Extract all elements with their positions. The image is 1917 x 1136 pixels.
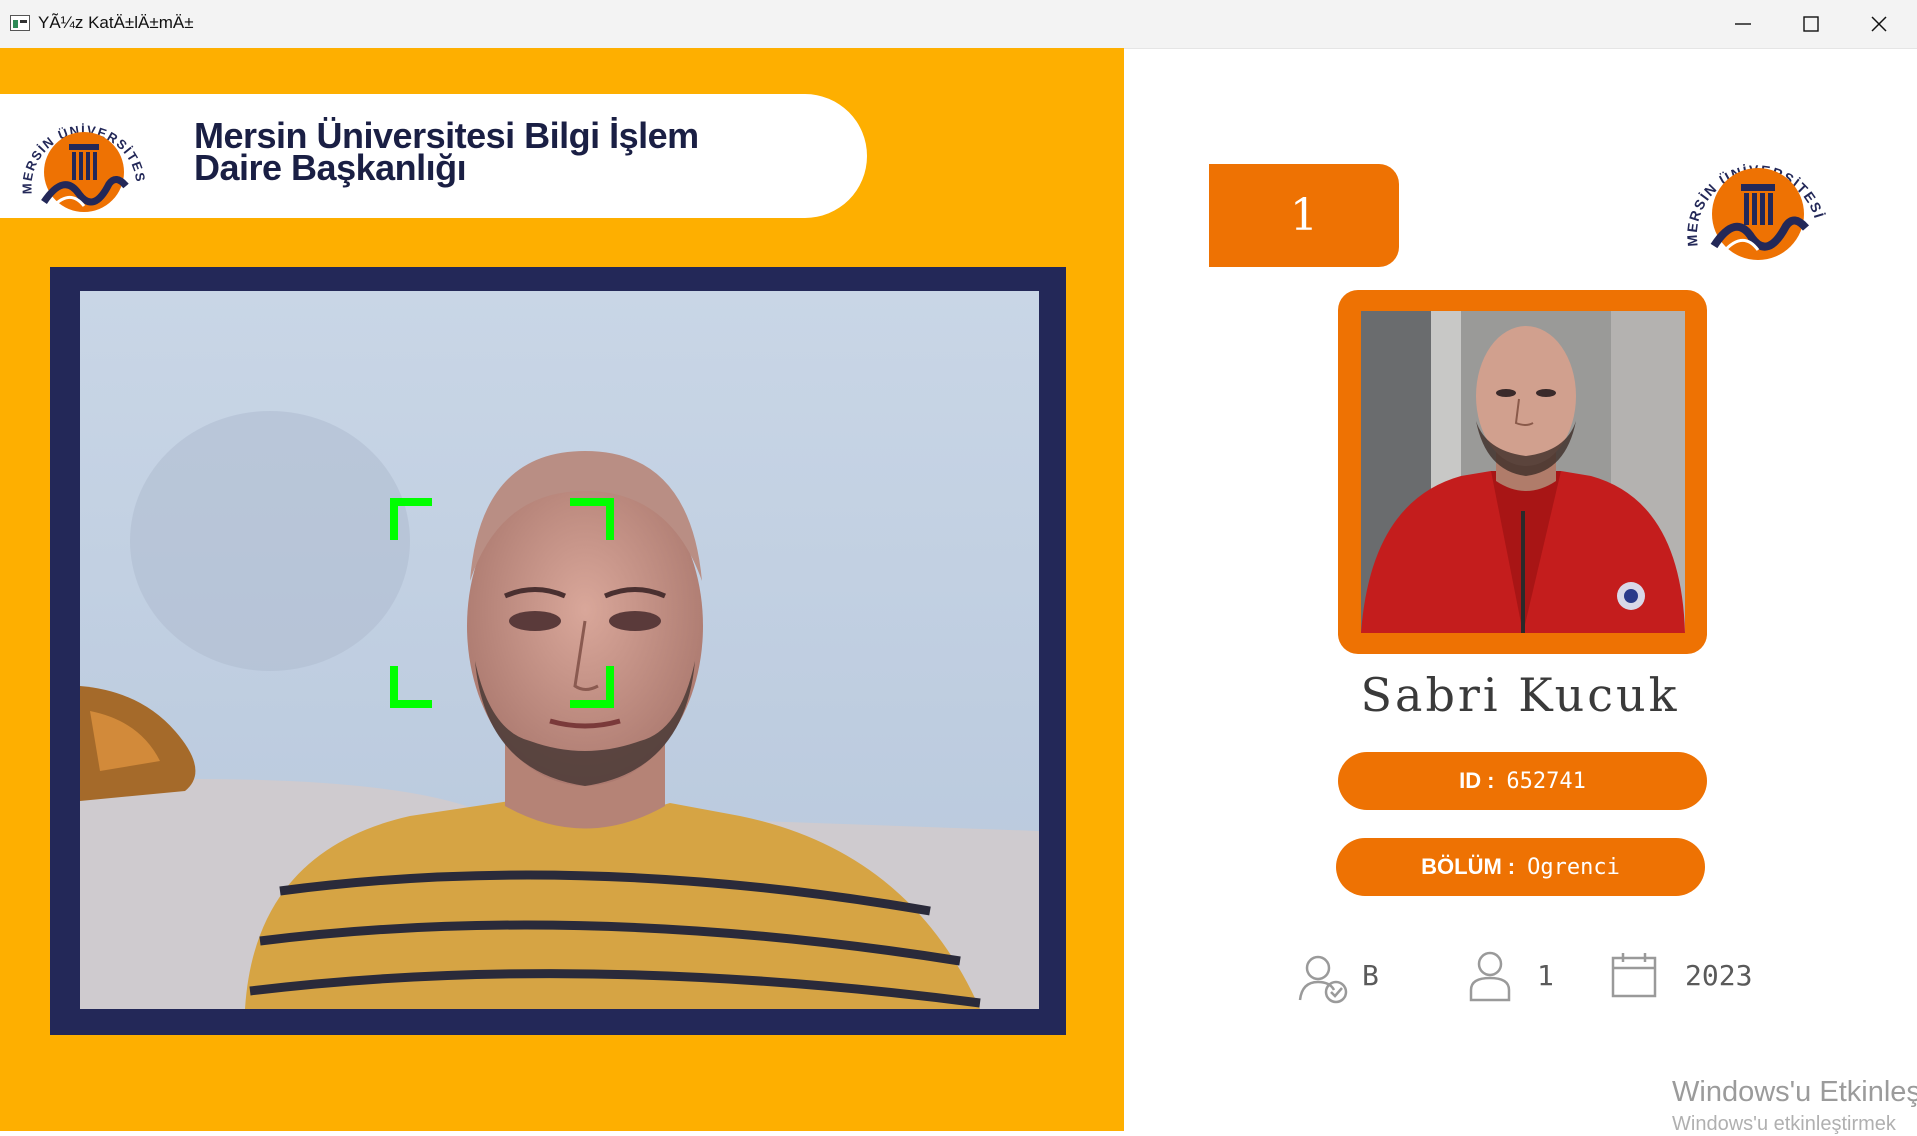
- department-value: Ogrenci: [1527, 854, 1620, 880]
- student-photo-frame: [1338, 290, 1707, 654]
- calendar-icon: [1611, 953, 1657, 998]
- department-badge: BÖLÜM: Ogrenci: [1336, 838, 1705, 896]
- camera-frame: [50, 267, 1066, 1035]
- close-button[interactable]: [1845, 0, 1913, 48]
- app-icon: [10, 15, 30, 31]
- page-title: Mersin Üniversitesi Bilgi İşlem Daire Ba…: [194, 118, 699, 188]
- maximize-icon: [1803, 16, 1819, 32]
- close-icon: [1871, 16, 1887, 32]
- id-badge: ID: 652741: [1338, 752, 1707, 810]
- minimize-button[interactable]: [1709, 0, 1777, 48]
- webcam-feed: [80, 291, 1039, 1009]
- header-banner: MERSİN ÜNİVERSİTESİ 1992 Mersin Üniversi…: [0, 94, 867, 218]
- stat-count: 1: [1537, 959, 1554, 992]
- camera-panel: MERSİN ÜNİVERSİTESİ 1992 Mersin Üniversi…: [0, 48, 1124, 1131]
- student-photo: [1361, 311, 1685, 633]
- id-value: 652741: [1506, 768, 1586, 794]
- counter-value: 1: [1290, 190, 1318, 241]
- id-label: ID: [1459, 768, 1482, 793]
- windows-activation-watermark-sub: Windows'u etkinleştirmek: [1672, 1113, 1896, 1135]
- university-logo: MERSİN ÜNİVERSİTESİ 1992: [14, 102, 147, 212]
- user-icon: [1469, 951, 1511, 1002]
- user-check-icon: [1298, 955, 1348, 1004]
- attendance-counter: 1: [1209, 164, 1399, 267]
- student-photo-image: [1361, 311, 1685, 633]
- windows-activation-watermark: Windows'u Etkinleş: [1672, 1076, 1917, 1108]
- title-line-2: Daire Başkanlığı: [194, 147, 467, 188]
- stat-grade: B: [1362, 959, 1379, 992]
- window-title: YÃ¼z KatÄ±lÄ±mÄ±: [38, 13, 194, 32]
- webcam-image: [80, 291, 1039, 1009]
- university-logo-right: MERSİN ÜNİVERSİTESİ 1992: [1676, 128, 1828, 260]
- maximize-button[interactable]: [1777, 0, 1845, 48]
- student-name: Sabri Kucuk: [1360, 668, 1680, 722]
- department-label: BÖLÜM: [1421, 854, 1502, 879]
- minimize-icon: [1735, 23, 1751, 25]
- window-titlebar: YÃ¼z KatÄ±lÄ±mÄ±: [0, 0, 1917, 49]
- stat-year: 2023: [1685, 959, 1753, 992]
